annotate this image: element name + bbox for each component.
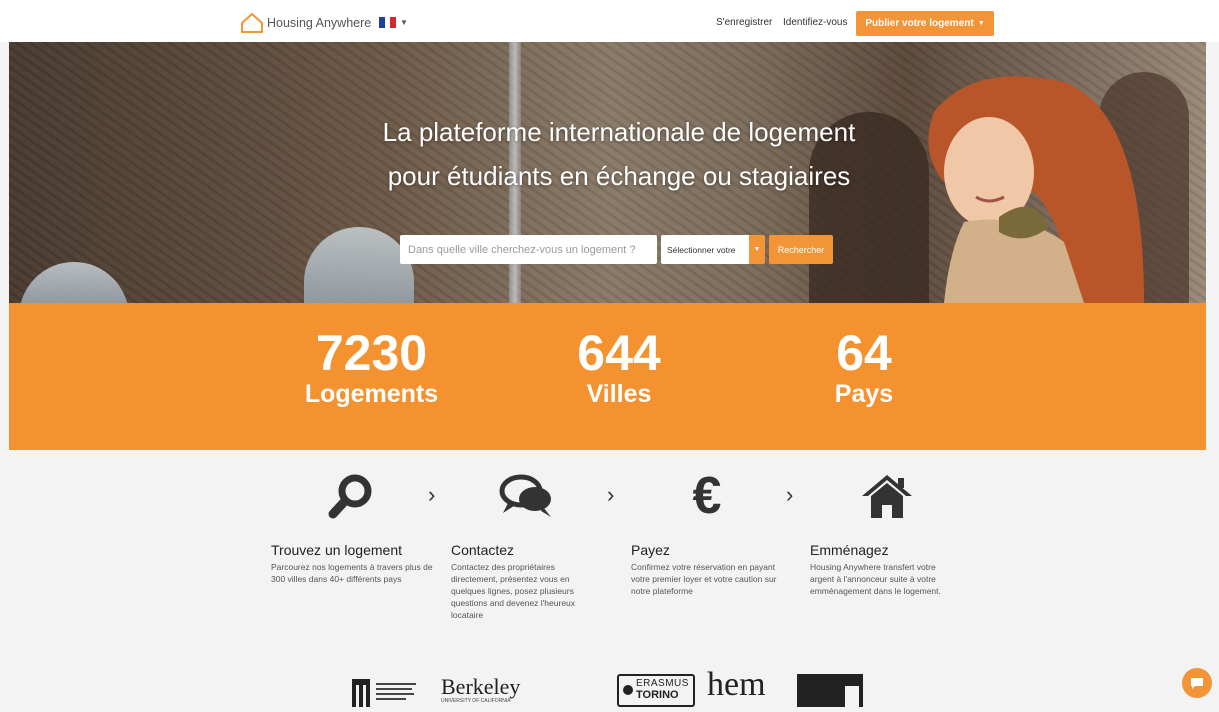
chevron-right-icon: › [786,482,794,507]
publish-listing-label: Publier votre logement [865,18,974,29]
berkeley-text: Berkeley [441,674,521,699]
partner-logo-dark [797,674,863,707]
language-selector[interactable]: ▼ [379,17,408,28]
register-link[interactable]: S'enregistrer [716,17,772,28]
stat-label: Logements [304,380,439,408]
step-title: Trouvez un logement [271,542,402,558]
chevron-down-icon: ▼ [977,20,985,27]
chevron-down-icon[interactable]: ▼ [749,235,765,264]
chat-icon [1191,677,1203,689]
euro-icon: € [692,467,722,525]
step-pay: Payez Confirmez votre réservation en pay… [631,541,781,597]
stat-value: 644 [577,325,661,381]
stat-value: 7230 [315,325,428,381]
hero-title: La plateforme internationale de logement… [289,110,949,198]
step-title: Payez [631,542,670,558]
stat-label: Villes [586,380,652,408]
chat-bubbles-icon [497,468,557,524]
partner-logo-university [348,675,428,712]
erasmus-line2: TORINO [636,689,679,701]
step-find: Trouvez un logement Parcourez nos logeme… [271,541,436,585]
hero-title-line1: La plateforme internationale de logement [382,117,856,147]
step-title: Contactez [451,542,515,558]
stat-cities: 644 Villes [539,327,699,409]
berkeley-subtext: UNIVERSITY OF CALIFORNIA [441,698,511,704]
chat-button[interactable] [1182,668,1212,698]
hero-title-line2: pour étudiants en échange ou stagiaires [387,161,851,191]
stat-countries: 64 Pays [799,327,929,409]
partner-logo-erasmus: ERASMUS TORINO [617,674,695,707]
logo-text: Housing Anywhere [267,16,372,30]
stat-value: 64 [836,325,892,381]
chevron-down-icon: ▼ [400,18,408,27]
stat-listings: 7230 Logements [279,327,464,409]
partner-logo-hem: hem [707,668,766,702]
house-logo-icon [241,13,263,33]
step-contact: Contactez Contactez des propriétaires di… [451,541,601,621]
hem-text: hem [707,666,766,703]
step-description: Parcourez nos logements à travers plus d… [271,562,433,584]
step-move-in: Emménagez Housing Anywhere transfert vot… [810,541,960,597]
search-button[interactable]: Rechercher [769,235,833,264]
step-title: Emménagez [810,542,889,558]
city-search-placeholder: Dans quelle ville cherchez-vous un logem… [408,243,636,256]
home-icon [857,468,917,524]
partner-logo-berkeley: Berkeley UNIVERSITY OF CALIFORNIA [441,676,520,705]
logo[interactable]: Housing Anywhere [240,12,371,34]
french-flag-icon [379,17,397,28]
step-description: Contactez des propriétaires directement,… [451,562,576,620]
publish-listing-button[interactable]: Publier votre logement ▼ [856,11,994,36]
step-description: Confirmez votre réservation en payant vo… [631,562,777,596]
step-description: Housing Anywhere transfert votre argent … [810,562,941,596]
profile-select-value: Sélectionner votre [667,244,736,255]
chevron-right-icon: › [428,482,436,507]
stat-label: Pays [834,380,894,408]
erasmus-circle-icon [623,684,633,695]
chevron-right-icon: › [607,482,615,507]
search-icon [322,468,382,524]
profile-select[interactable]: Sélectionner votre [661,235,749,264]
city-search-input[interactable]: Dans quelle ville cherchez-vous un logem… [400,235,657,264]
stats-banner: 7230 Logements 644 Villes 64 Pays [9,303,1206,450]
erasmus-line1: ERASMUS [636,678,689,689]
login-link[interactable]: Identifiez-vous [783,17,847,28]
top-navbar: Housing Anywhere ▼ S'enregistrer Identif… [0,0,1219,42]
